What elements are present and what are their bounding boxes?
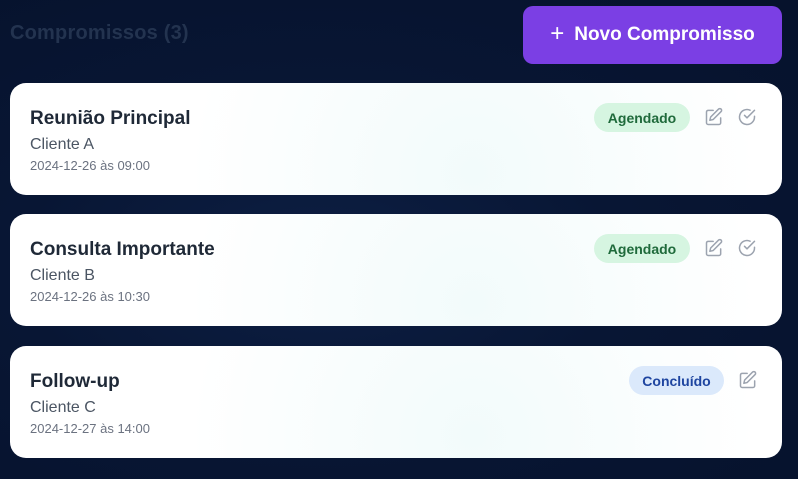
edit-icon[interactable]	[738, 370, 758, 390]
appointment-client: Cliente A	[30, 136, 95, 153]
status-badge: Concluído	[629, 366, 724, 395]
status-badge: Agendado	[594, 234, 690, 263]
appointment-card: Reunião Principal Cliente A 2024-12-26 à…	[10, 83, 782, 195]
appointment-client: Cliente C	[30, 399, 96, 416]
appointment-datetime: 2024-12-26 às 09:00	[30, 158, 150, 173]
page-title: Compromissos (3)	[10, 22, 189, 44]
new-appointment-button[interactable]: + Novo Compromisso	[523, 6, 782, 64]
appointment-datetime: 2024-12-26 às 10:30	[30, 289, 150, 304]
appointment-datetime: 2024-12-27 às 14:00	[30, 421, 150, 436]
appointment-title: Reunião Principal	[30, 108, 191, 129]
appointment-card: Consulta Importante Cliente B 2024-12-26…	[10, 214, 782, 326]
edit-icon[interactable]	[704, 107, 724, 127]
check-circle-icon[interactable]	[737, 238, 757, 258]
appointment-title: Follow-up	[30, 371, 120, 392]
plus-icon: +	[550, 19, 565, 47]
new-appointment-label: Novo Compromisso	[574, 24, 755, 45]
edit-icon[interactable]	[704, 238, 724, 258]
appointment-card: Follow-up Cliente C 2024-12-27 às 14:00 …	[10, 346, 782, 458]
status-badge: Agendado	[594, 103, 690, 132]
check-circle-icon[interactable]	[737, 107, 757, 127]
appointment-client: Cliente B	[30, 267, 95, 284]
appointment-title: Consulta Importante	[30, 239, 215, 260]
